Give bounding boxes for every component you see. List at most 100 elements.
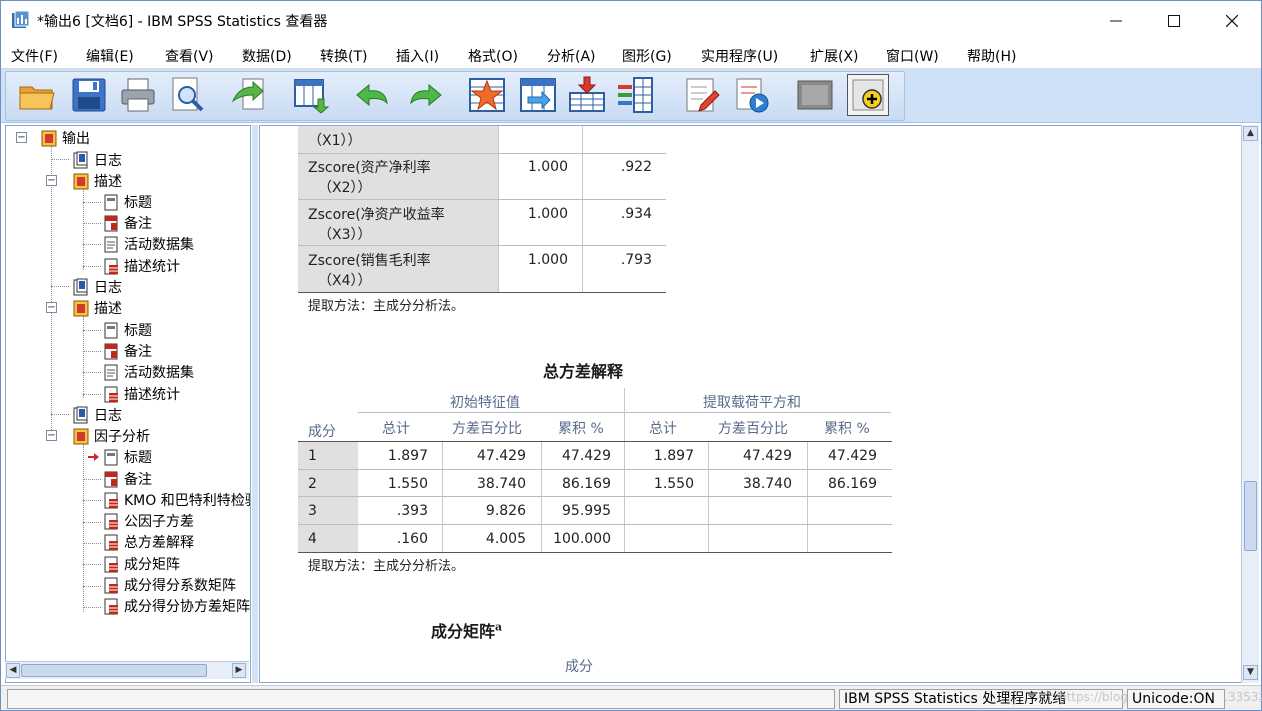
tree-node-output[interactable]: 输出 bbox=[40, 128, 90, 148]
extraction-total: 1.897 bbox=[653, 448, 694, 464]
menu-help[interactable]: 帮助(H) bbox=[967, 46, 1016, 66]
tree-node-communalities[interactable]: 公因子方差 bbox=[102, 511, 194, 531]
menu-bar: 文件(F) 编辑(E) 查看(V) 数据(D) 转换(T) 插入(I) 格式(O… bbox=[1, 41, 1261, 69]
initial-pct: 9.826 bbox=[485, 503, 526, 519]
tree-node-active-dataset[interactable]: 活动数据集 bbox=[102, 362, 194, 382]
run-script-icon[interactable] bbox=[731, 75, 771, 115]
expander-factor-analysis[interactable]: − bbox=[46, 430, 57, 441]
procedure-book-icon bbox=[73, 300, 89, 317]
insert-variable-icon[interactable] bbox=[616, 75, 656, 115]
tree-node-component-matrix[interactable]: 成分矩阵 bbox=[102, 554, 180, 574]
scroll-up-arrow-icon[interactable]: ▲ bbox=[1243, 126, 1258, 141]
spss-viewer-window: *输出6 [文档6] - IBM SPSS Statistics 查看器 文件(… bbox=[0, 0, 1262, 711]
expander-descriptives-1[interactable]: − bbox=[46, 175, 57, 186]
tree-label: 活动数据集 bbox=[124, 237, 194, 253]
tree-node-descriptive-statistics[interactable]: 描述统计 bbox=[102, 256, 180, 276]
tree-node-score-covariance[interactable]: 成分得分协方差矩阵 bbox=[102, 596, 250, 616]
tree-node-score-coefficient[interactable]: 成分得分系数矩阵 bbox=[102, 575, 236, 595]
menu-extensions[interactable]: 扩展(X) bbox=[810, 46, 859, 66]
table-icon bbox=[104, 513, 118, 530]
print-icon[interactable] bbox=[118, 75, 158, 115]
tree-node-active-dataset[interactable]: 活动数据集 bbox=[102, 234, 194, 254]
menu-format[interactable]: 格式(O) bbox=[468, 46, 518, 66]
scroll-thumb[interactable] bbox=[1244, 481, 1257, 551]
expander-descriptives-2[interactable]: − bbox=[46, 302, 57, 313]
scroll-left-arrow-icon[interactable]: ◀ bbox=[6, 663, 20, 678]
extraction-pct: 47.429 bbox=[743, 448, 792, 464]
tree-connector bbox=[51, 159, 69, 160]
tree-node-log[interactable]: 日志 bbox=[72, 277, 122, 297]
scroll-down-arrow-icon[interactable]: ▼ bbox=[1243, 665, 1258, 680]
tree-label: 成分矩阵 bbox=[124, 557, 180, 573]
menu-graphs[interactable]: 图形(G) bbox=[622, 46, 672, 66]
menu-utilities[interactable]: 实用程序(U) bbox=[701, 46, 778, 66]
goto-case-icon[interactable] bbox=[467, 75, 507, 115]
menu-analyze[interactable]: 分析(A) bbox=[547, 46, 596, 66]
maximize-icon bbox=[1168, 15, 1180, 27]
menu-file[interactable]: 文件(F) bbox=[11, 46, 58, 66]
tree-node-descriptive-statistics[interactable]: 描述统计 bbox=[102, 384, 180, 404]
table-icon bbox=[104, 386, 118, 403]
tree-node-descriptives[interactable]: 描述 bbox=[72, 298, 122, 318]
tree-node-log[interactable]: 日志 bbox=[72, 150, 122, 170]
menu-insert[interactable]: 插入(I) bbox=[396, 46, 439, 66]
scroll-thumb[interactable] bbox=[21, 664, 207, 677]
menu-edit[interactable]: 编辑(E) bbox=[86, 46, 134, 66]
tree-node-notes[interactable]: 备注 bbox=[102, 213, 152, 233]
active-dataset-icon bbox=[104, 364, 118, 381]
tree-label: 标题 bbox=[124, 323, 152, 339]
column-header: 方差百分比 bbox=[452, 421, 522, 437]
footnote-marker: a bbox=[495, 620, 503, 634]
tree-node-title[interactable]: 标题 bbox=[102, 320, 152, 340]
expander-output[interactable]: − bbox=[16, 132, 27, 143]
save-icon[interactable] bbox=[69, 75, 109, 115]
tree-node-factor-analysis[interactable]: 因子分析 bbox=[72, 426, 150, 446]
maximize-button[interactable] bbox=[1145, 1, 1203, 41]
table-divider bbox=[624, 388, 625, 552]
export-icon[interactable] bbox=[229, 75, 269, 115]
toolbar bbox=[1, 69, 1261, 123]
tree-node-title[interactable]: 标题 bbox=[102, 192, 152, 212]
menu-transform[interactable]: 转换(T) bbox=[320, 46, 367, 66]
designate-window-icon[interactable] bbox=[681, 75, 721, 115]
undo-icon[interactable] bbox=[353, 75, 393, 115]
tree-node-log[interactable]: 日志 bbox=[72, 405, 122, 425]
menu-window[interactable]: 窗口(W) bbox=[886, 46, 939, 66]
tree-node-notes[interactable]: 备注 bbox=[102, 341, 152, 361]
content-vertical-scrollbar[interactable]: ▲ ▼ bbox=[1241, 125, 1259, 683]
table-title: 总方差解释 bbox=[543, 362, 624, 381]
tree-node-descriptives[interactable]: 描述 bbox=[72, 171, 122, 191]
promote-button[interactable] bbox=[847, 74, 889, 116]
tree-node-title[interactable]: 标题 bbox=[102, 447, 152, 467]
minimize-button[interactable] bbox=[1087, 1, 1145, 41]
goto-data-icon[interactable] bbox=[292, 75, 332, 115]
redo-icon[interactable] bbox=[405, 75, 445, 115]
open-icon[interactable] bbox=[17, 75, 57, 115]
insert-cases-icon[interactable] bbox=[567, 75, 607, 115]
pane-splitter[interactable] bbox=[252, 125, 258, 683]
tree-label: 活动数据集 bbox=[124, 365, 194, 381]
title-bar: *输出6 [文档6] - IBM SPSS Statistics 查看器 bbox=[1, 1, 1261, 41]
column-header: 成分 bbox=[565, 659, 593, 675]
row-separator bbox=[298, 245, 666, 246]
initial-cum: 86.169 bbox=[562, 476, 611, 492]
table-icon bbox=[104, 534, 118, 551]
close-button[interactable] bbox=[1203, 1, 1261, 41]
scroll-right-arrow-icon[interactable]: ▶ bbox=[232, 663, 246, 678]
print-preview-icon[interactable] bbox=[167, 75, 207, 115]
menu-view[interactable]: 查看(V) bbox=[165, 46, 214, 66]
status-bar: IBM SPSS Statistics 处理程序就绪 https://blog.… bbox=[1, 685, 1262, 710]
row-separator bbox=[298, 153, 666, 154]
tree-node-total-variance[interactable]: 总方差解释 bbox=[102, 532, 194, 552]
row-label: Zscore(净资产收益率 bbox=[308, 207, 445, 223]
tree-node-notes[interactable]: 备注 bbox=[102, 469, 152, 489]
tree-node-kmo-bartlett[interactable]: KMO 和巴特利特检验 bbox=[102, 490, 250, 510]
column-header: 总计 bbox=[649, 421, 677, 437]
table-divider bbox=[582, 126, 583, 292]
tree-connector bbox=[83, 244, 101, 245]
tree-horizontal-scrollbar[interactable]: ◀ ▶ bbox=[5, 661, 249, 679]
menu-data[interactable]: 数据(D) bbox=[242, 46, 292, 66]
hide-icon[interactable] bbox=[795, 75, 835, 115]
goto-variable-icon[interactable] bbox=[518, 75, 558, 115]
tree-connector bbox=[83, 316, 84, 398]
